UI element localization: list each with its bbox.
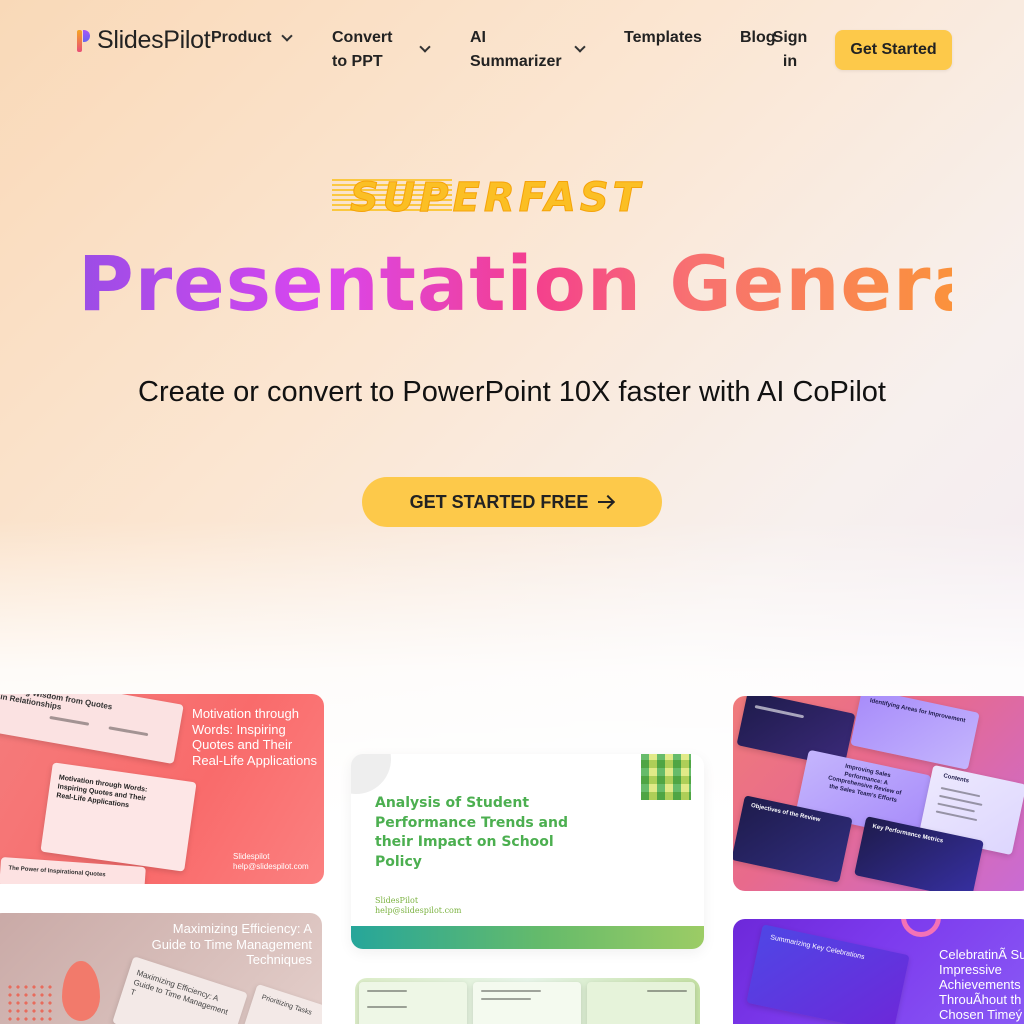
cta-label: GET STARTED FREE: [409, 491, 589, 512]
chevron-down-icon[interactable]: [574, 41, 586, 53]
nav-sign-in-label: Sign in: [772, 29, 808, 70]
student-footer-name: SlidesPilot: [375, 896, 419, 905]
mini-slide-green-c: [587, 982, 695, 1024]
celebrating-mini-title: Summarizing Key Celebrations: [769, 934, 866, 962]
student-footer-email: help@slidespilot.com: [375, 906, 462, 915]
dots-decoration: [6, 983, 56, 1023]
corner-circle-decoration: [351, 754, 391, 794]
sales-mini-contents: Contents: [942, 773, 970, 785]
sales-mini-center: Improving Sales Performance: A Comprehen…: [827, 763, 902, 804]
template-card-student-analysis[interactable]: Analysis of Student Performance Trends a…: [351, 754, 704, 949]
get-started-free-button[interactable]: GET STARTED FREE: [362, 477, 662, 527]
mini-slide-efficiency-right: Prioritizing Tasks: [242, 983, 322, 1024]
plaid-pattern-decoration: [641, 754, 691, 800]
ring-decoration: [901, 919, 941, 937]
nav-templates[interactable]: Templates: [624, 26, 702, 50]
nav-ai-summarizer-label: AI Summarizer: [470, 29, 562, 70]
mini-slide-celebrating: Summarizing Key Celebrations: [746, 924, 910, 1024]
get-started-button[interactable]: Get Started: [835, 30, 952, 70]
template-card-celebrating[interactable]: Summarizing Key Celebrations CelebratinÃ…: [733, 919, 1024, 1024]
hero-subheadline: Create or convert to PowerPoint 10X fast…: [138, 376, 886, 408]
superfast-text: SUPERFAST: [350, 175, 644, 222]
chevron-down-icon[interactable]: [419, 41, 431, 53]
mini-slide-green-a: [359, 982, 467, 1024]
nav-convert-to-ppt[interactable]: Convert to PPT: [332, 26, 402, 74]
nav-product[interactable]: Product: [211, 26, 271, 50]
efficiency-title: Maximizing Efficiency: A Guide to Time M…: [151, 921, 312, 967]
brand-logo[interactable]: SlidesPilot: [77, 26, 211, 55]
motivation-title: Motivation through Words: Inspiring Quot…: [192, 706, 318, 768]
mini-bottom-title: The Power of Inspirational Quotes: [8, 865, 106, 879]
chevron-down-icon[interactable]: [281, 30, 293, 42]
green-gradient-band: [351, 926, 704, 949]
mini-slide-top: Finding Wisdom from Quotes in Relationsh…: [0, 694, 184, 765]
efficiency-mini-title: Maximizing Efficiency: A Guide to Time M…: [129, 968, 230, 1017]
mini-slide-main: Motivation through Words: Inspiring Quot…: [40, 762, 197, 872]
hero-headline: Presentation Generator: [78, 236, 952, 332]
leaf-decoration: [62, 961, 100, 1021]
student-analysis-title: Analysis of Student Performance Trends a…: [375, 795, 568, 870]
superfast-eyebrow: SUPERFAST: [332, 175, 692, 222]
motivation-footer-email: help@slidespilot.com: [233, 862, 309, 871]
nav-ai-summarizer[interactable]: AI Summarizer: [470, 26, 570, 74]
nav-product-label: Product: [211, 29, 272, 46]
top-navigation: SlidesPilot Product Convert to PPT AI Su…: [0, 0, 1024, 100]
template-card-sales-review[interactable]: Identifying Areas for Improvement Improv…: [733, 696, 1024, 891]
sales-mini-top: Identifying Areas for Improvement: [869, 698, 966, 725]
slidespilot-logo-icon: [77, 28, 91, 54]
mini-slide-green-b: [473, 982, 581, 1024]
template-card-time-management[interactable]: Maximizing Efficiency: A Guide to Time M…: [0, 913, 322, 1024]
nav-blog[interactable]: Blog: [740, 26, 776, 50]
nav-sign-in[interactable]: Sign in: [772, 26, 808, 74]
nav-templates-label: Templates: [624, 29, 702, 46]
template-card-motivation[interactable]: Finding Wisdom from Quotes in Relationsh…: [0, 694, 324, 884]
celebrating-title: CelebratinÃ Su Impressive Achievements T…: [939, 947, 1024, 1022]
template-card-green-pastel[interactable]: [355, 978, 700, 1024]
efficiency-mini-right: Prioritizing Tasks: [260, 993, 313, 1017]
mini-slide-sales-top: Identifying Areas for Improvement: [850, 696, 980, 770]
nav-convert-label: Convert to PPT: [332, 29, 393, 70]
nav-blog-label: Blog: [740, 29, 776, 46]
motivation-footer-name: Slidespilot: [233, 852, 270, 861]
mini-main-title: Motivation through Words: Inspiring Quot…: [55, 774, 148, 810]
brand-name: SlidesPilot: [97, 26, 211, 54]
arrow-right-icon: [598, 496, 614, 508]
